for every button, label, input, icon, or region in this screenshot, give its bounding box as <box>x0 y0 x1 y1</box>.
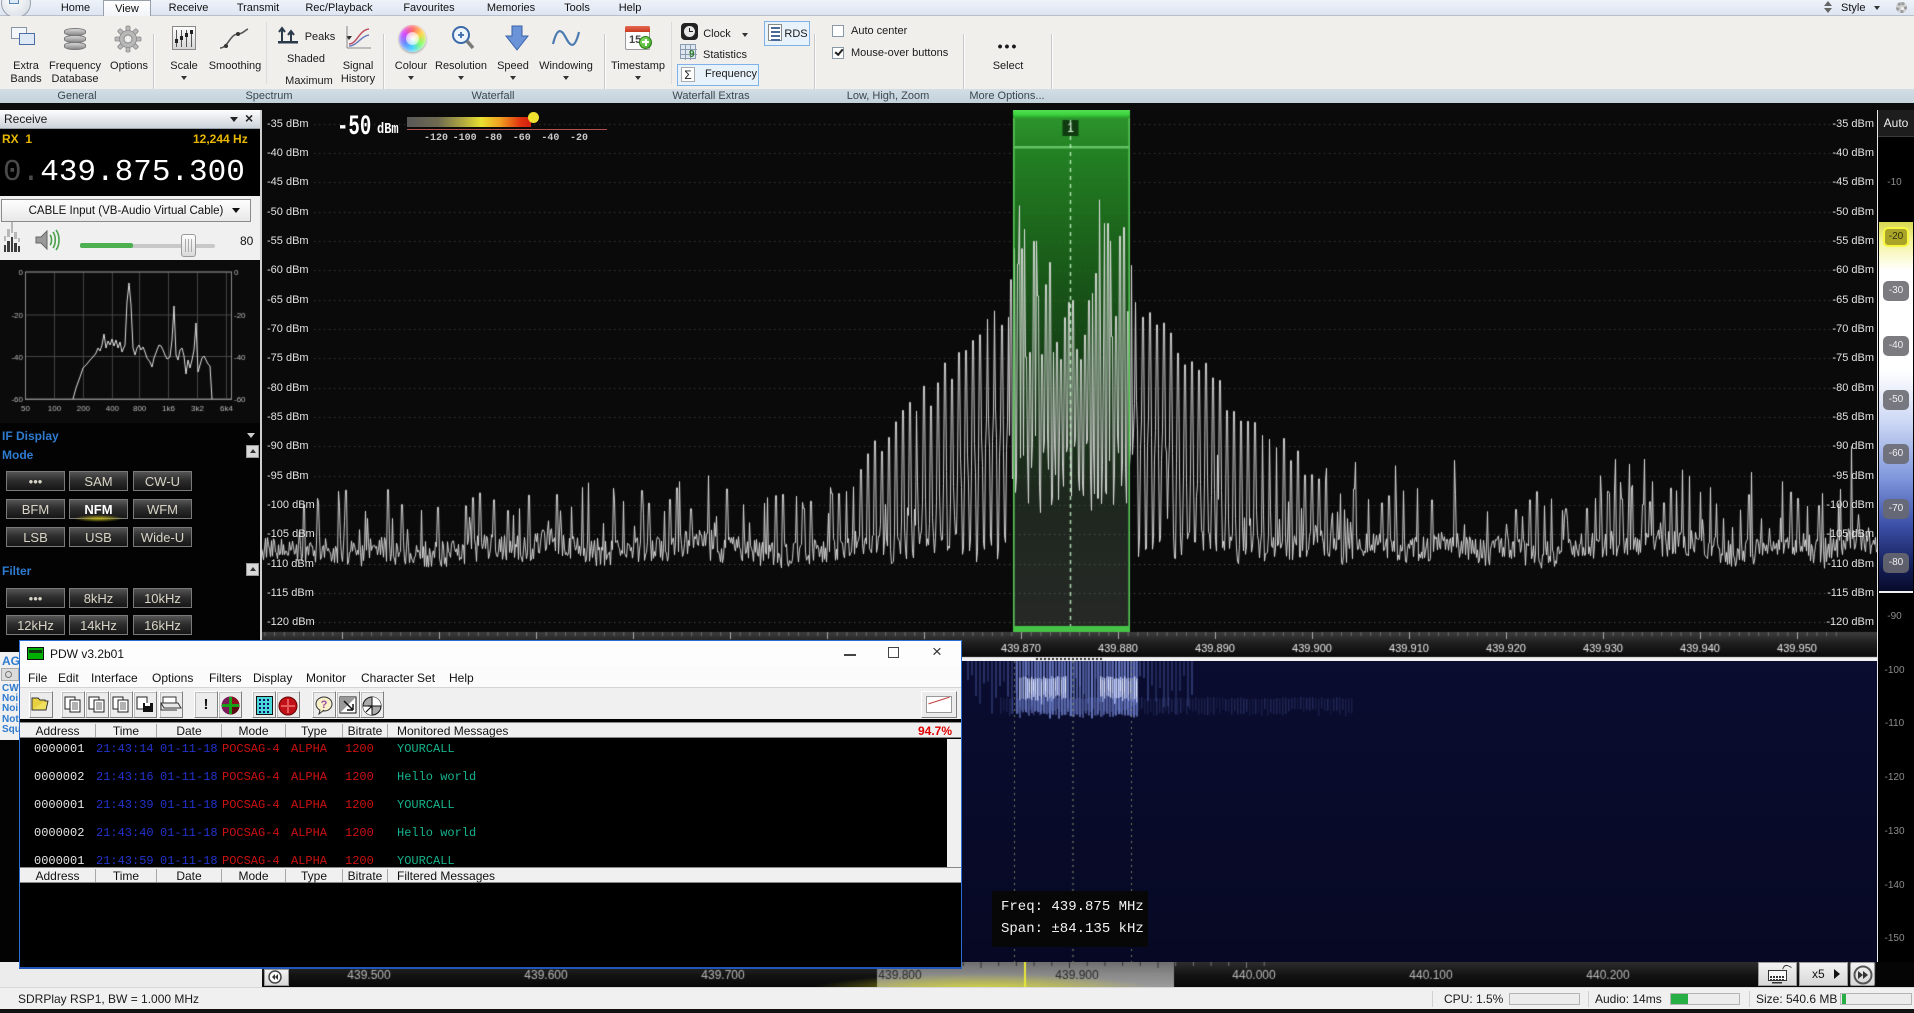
svg-text:?: ? <box>320 699 327 711</box>
